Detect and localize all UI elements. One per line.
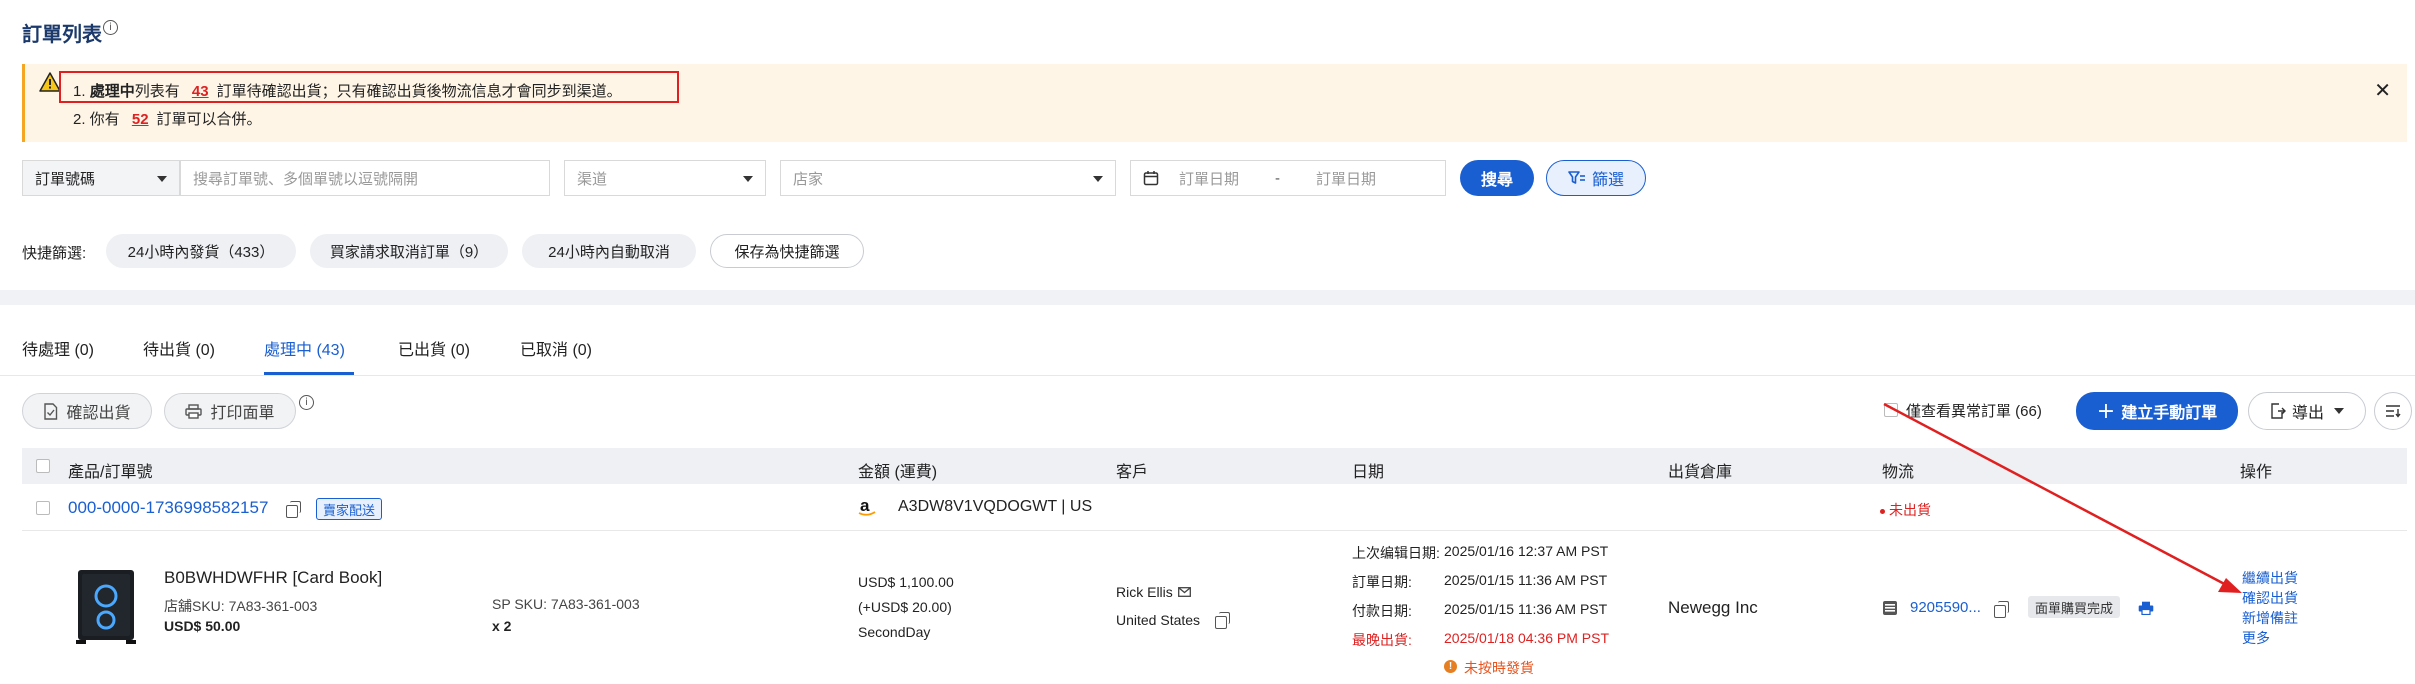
- svg-text:a: a: [860, 496, 870, 515]
- column-header-date: 日期: [1352, 464, 1385, 481]
- quick-filter-auto-cancel[interactable]: 24小時內自動取消: [522, 234, 696, 268]
- chevron-down-icon: [157, 176, 167, 182]
- create-manual-order-button[interactable]: + 建立手動訂單: [2076, 392, 2238, 430]
- product-name: B0BWHDWFHR [Card Book]: [164, 568, 383, 587]
- late-ship-warning: 未按時發貨: [1464, 660, 1534, 676]
- column-settings-button[interactable]: [2374, 392, 2412, 430]
- column-header-logistics: 物流: [1882, 464, 1915, 481]
- store-sku: 店舖SKU: 7A83-361-003: [164, 598, 318, 614]
- label-status-tag: 面單購買完成: [2028, 596, 2121, 618]
- page-title: 訂單列表: [22, 24, 102, 46]
- column-header-amount: 金額 (運費): [858, 464, 938, 481]
- amazon-logo-icon: a: [858, 496, 876, 516]
- tab-shipped[interactable]: 已出貨 (0): [398, 336, 470, 360]
- continue-ship-link[interactable]: 繼續出貨: [2242, 568, 2298, 588]
- quantity: x 2: [492, 618, 512, 634]
- tab-divider: [0, 375, 2415, 376]
- sp-sku: SP SKU: 7A83-361-003: [492, 596, 640, 612]
- latest-ship-date-value: 2025/01/18 04:36 PM PST: [1444, 630, 1609, 646]
- store-select[interactable]: 店家: [780, 160, 1116, 196]
- channel-account: A3DW8V1VQDOGWT | US: [898, 498, 1093, 515]
- tracking-number-link[interactable]: 9205590...: [1910, 599, 1981, 616]
- search-button[interactable]: 搜尋: [1460, 160, 1534, 196]
- abnormal-only-label: 僅查看異常訂單 (66): [1906, 403, 2042, 420]
- list-settings-icon: [2386, 405, 2401, 418]
- last-edit-date-value: 2025/01/16 12:37 AM PST: [1444, 543, 1609, 559]
- barcode-icon: [1883, 601, 1897, 615]
- column-header-warehouse: 出貨倉庫: [1668, 464, 1733, 481]
- tab-pending[interactable]: 待處理 (0): [22, 336, 94, 360]
- seller-ship-tag: 賣家配送: [316, 498, 383, 520]
- info-icon[interactable]: i: [103, 20, 118, 35]
- warehouse-name: Newegg Inc: [1668, 598, 1758, 617]
- shipping-fee: (+USD$ 20.00): [858, 599, 952, 615]
- quick-filter-24h-ship[interactable]: 24小時內發貨（433）: [106, 234, 296, 268]
- alert-line-2: 2. 你有 52 訂單可以合併。: [73, 111, 262, 128]
- payment-date-value: 2025/01/15 11:36 AM PST: [1444, 601, 1608, 617]
- search-type-select[interactable]: 訂單號碼: [22, 160, 180, 196]
- quick-filter-label: 快捷篩選:: [22, 245, 87, 262]
- print-label-button[interactable]: 打印面單: [164, 393, 296, 429]
- printer-icon[interactable]: [2138, 601, 2154, 615]
- tab-to-ship[interactable]: 待出貨 (0): [143, 336, 215, 360]
- document-check-icon: [44, 402, 58, 420]
- date-end-input[interactable]: 訂單日期: [1316, 168, 1376, 189]
- printer-icon: [185, 403, 203, 419]
- order-date-label: 訂單日期:: [1352, 574, 1412, 590]
- tab-cancelled[interactable]: 已取消 (0): [520, 336, 592, 360]
- copy-icon[interactable]: [1994, 601, 2009, 618]
- payment-date-label: 付款日期:: [1352, 603, 1412, 619]
- copy-icon[interactable]: [1215, 612, 1230, 629]
- search-input[interactable]: 搜尋訂單號、多個單號以逗號隔開: [180, 160, 550, 196]
- date-separator: -: [1275, 169, 1281, 187]
- quick-filter-cancel-request[interactable]: 買家請求取消訂單（9）: [310, 234, 508, 268]
- select-all-checkbox[interactable]: [36, 459, 50, 473]
- calendar-icon: [1143, 171, 1159, 186]
- copy-icon[interactable]: [286, 501, 301, 518]
- order-date-range[interactable]: 訂單日期 - 訂單日期: [1130, 160, 1446, 196]
- chevron-down-icon: [743, 176, 753, 182]
- export-button[interactable]: 導出: [2248, 392, 2366, 430]
- mail-icon[interactable]: [1178, 587, 1191, 597]
- column-header-product: 產品/訂單號: [68, 464, 153, 481]
- save-quick-filter-button[interactable]: 保存為快捷篩選: [710, 234, 864, 268]
- more-link[interactable]: 更多: [2242, 628, 2270, 648]
- order-date-value: 2025/01/15 11:36 AM PST: [1444, 572, 1608, 588]
- last-edit-date-label: 上次编辑日期:: [1352, 545, 1440, 561]
- abnormal-only-checkbox[interactable]: [1884, 403, 1898, 417]
- date-start-input[interactable]: 訂單日期: [1179, 168, 1239, 189]
- filter-button[interactable]: 篩選: [1546, 160, 1646, 196]
- customer-country: United States: [1116, 612, 1201, 628]
- order-number-link[interactable]: 000-0000-1736998582157: [68, 498, 268, 518]
- column-header-actions: 操作: [2240, 464, 2273, 481]
- add-note-link[interactable]: 新增備註: [2242, 608, 2298, 628]
- order-amount: USD$ 1,100.00: [858, 574, 954, 590]
- channel-select[interactable]: 渠道: [564, 160, 766, 196]
- annotation-highlight-box: [59, 71, 679, 103]
- close-icon[interactable]: ✕: [2374, 78, 2391, 102]
- column-header-customer: 客戶: [1116, 464, 1149, 481]
- warning-icon: [39, 72, 61, 92]
- product-thumbnail: [76, 570, 136, 644]
- alert-banner: 1. 處理中列表有 43 訂單待確認出貨；只有確認出貨後物流信息才會同步到渠道。 …: [22, 64, 2407, 142]
- export-icon: [2271, 403, 2286, 419]
- chevron-down-icon: [2334, 408, 2344, 414]
- customer-name: Rick Ellis: [1116, 584, 1173, 600]
- tab-processing[interactable]: 處理中 (43): [264, 336, 345, 360]
- confirm-ship-link[interactable]: 確認出貨: [2242, 588, 2298, 608]
- ship-status-badge: 未出貨: [1880, 500, 1931, 520]
- info-icon[interactable]: i: [299, 395, 314, 410]
- mergeable-count-link[interactable]: 52: [132, 111, 149, 128]
- unit-price: USD$ 50.00: [164, 618, 241, 634]
- confirm-ship-button[interactable]: 確認出貨: [22, 393, 152, 429]
- filter-icon: [1568, 171, 1585, 184]
- table-header: [22, 448, 2407, 484]
- plus-icon: +: [2096, 398, 2116, 424]
- shipping-method: SecondDay: [858, 624, 931, 640]
- warning-circle-icon: !: [1444, 660, 1457, 673]
- order-select-checkbox[interactable]: [36, 501, 50, 515]
- latest-ship-date-label: 最晚出貨:: [1352, 632, 1412, 648]
- chevron-down-icon: [1093, 176, 1103, 182]
